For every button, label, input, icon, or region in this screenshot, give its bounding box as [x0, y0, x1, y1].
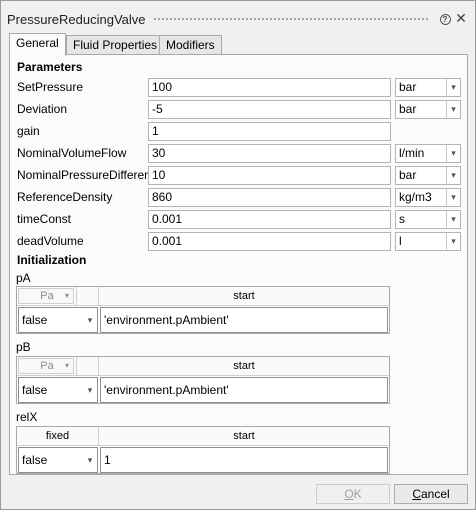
grid-header: Pa ▾ start	[17, 287, 389, 306]
deadvolume-input[interactable]: 0.001	[148, 232, 391, 251]
timeconst-unit-select[interactable]: s ▾	[395, 210, 461, 229]
param-label-timeconst: timeConst	[17, 212, 72, 226]
deviation-unit-select[interactable]: bar ▾	[395, 100, 461, 119]
grid-header-unit-cell: Pa ▾	[17, 287, 77, 306]
grid-header-start: start	[233, 430, 255, 442]
grid-header-start: start	[233, 360, 255, 372]
fixed-select[interactable]: false ▾	[18, 447, 98, 473]
chevron-down-icon[interactable]: ▾	[446, 233, 460, 250]
grid-header: fixed start	[17, 427, 389, 446]
unit-value: l/min	[399, 146, 425, 160]
fixed-select[interactable]: false ▾	[18, 377, 98, 403]
referencedensity-input[interactable]: 860	[148, 188, 391, 207]
help-icon[interactable]: ?	[437, 10, 453, 26]
chevron-down-icon[interactable]: ▾	[83, 448, 97, 472]
chevron-down-icon[interactable]: ▾	[446, 145, 460, 162]
init-grid-relx: fixed start false ▾ 1	[16, 426, 390, 474]
grid-header-spacer	[77, 287, 99, 306]
start-value-cell[interactable]: 'environment.pAmbient'	[100, 307, 388, 333]
deadvolume-unit-select[interactable]: l ▾	[395, 232, 461, 251]
drag-grip[interactable]	[153, 17, 429, 22]
tab-fluid-properties[interactable]: Fluid Properties	[66, 35, 165, 55]
close-icon[interactable]: ✕	[453, 10, 469, 26]
chevron-down-icon[interactable]: ▾	[446, 211, 460, 228]
fixed-value: false	[22, 453, 48, 467]
parameters-heading: Parameters	[17, 60, 83, 74]
param-label-gain: gain	[17, 124, 40, 138]
chevron-down-icon[interactable]: ▾	[83, 308, 97, 332]
unit-combo-value: Pa	[40, 360, 54, 372]
gain-input[interactable]: 1	[148, 122, 391, 141]
unit-value: bar	[399, 102, 417, 116]
init-grid-pb: Pa ▾ start false ▾ 'environment.pAmbient…	[16, 356, 390, 404]
unit-combo-value: Pa	[40, 290, 54, 302]
tab-general[interactable]: General	[9, 33, 66, 56]
cancel-button[interactable]: Cancel	[394, 484, 468, 504]
grid-header-start: start	[233, 290, 255, 302]
cancel-mnemonic: C	[412, 487, 421, 501]
unit-combo[interactable]: Pa ▾	[18, 288, 74, 304]
chevron-down-icon[interactable]: ▾	[446, 101, 460, 118]
init-label-pa: pA	[16, 271, 31, 285]
unit-combo[interactable]: Pa ▾	[18, 358, 74, 374]
setpressure-input[interactable]: 100	[148, 78, 391, 97]
chevron-down-icon[interactable]: ▾	[446, 189, 460, 206]
help-glyph: ?	[439, 14, 451, 25]
nominalvolumeflow-unit-select[interactable]: l/min ▾	[395, 144, 461, 163]
window-title: PressureReducingValve	[7, 12, 146, 27]
param-label-setpressure: SetPressure	[17, 80, 84, 94]
setpressure-unit-select[interactable]: bar ▾	[395, 78, 461, 97]
cancel-label-rest: ancel	[420, 487, 450, 501]
grid-header-unit-cell: Pa ▾	[17, 357, 77, 376]
chevron-down-icon[interactable]: ▾	[61, 289, 73, 303]
init-label-pb: pB	[16, 340, 31, 354]
unit-value: bar	[399, 80, 417, 94]
deviation-input[interactable]: -5	[148, 100, 391, 119]
tab-modifiers[interactable]: Modifiers	[159, 35, 222, 55]
grid-header: Pa ▾ start	[17, 357, 389, 376]
nominalpressuredifference-input[interactable]: 10	[148, 166, 391, 185]
dialog-window: PressureReducingValve ? ✕ General Fluid …	[0, 0, 476, 510]
param-label-nominalpressuredifference: NominalPressureDifference	[17, 168, 164, 182]
ok-button[interactable]: OK	[316, 484, 390, 504]
unit-value: s	[399, 212, 405, 226]
param-label-deadvolume: deadVolume	[17, 234, 84, 248]
ok-label-rest: K	[353, 487, 362, 501]
param-label-deviation: Deviation	[17, 102, 68, 116]
grid-header-spacer	[77, 357, 99, 376]
chevron-down-icon[interactable]: ▾	[61, 359, 73, 373]
unit-value: kg/m3	[399, 190, 432, 204]
fixed-select[interactable]: false ▾	[18, 307, 98, 333]
ok-mnemonic: O	[344, 487, 354, 501]
fixed-value: false	[22, 313, 48, 327]
chevron-down-icon[interactable]: ▾	[83, 378, 97, 402]
start-value-cell[interactable]: 1	[100, 447, 388, 473]
chevron-down-icon[interactable]: ▾	[446, 167, 460, 184]
title-bar[interactable]: PressureReducingValve ? ✕	[1, 1, 475, 34]
referencedensity-unit-select[interactable]: kg/m3 ▾	[395, 188, 461, 207]
unit-value: bar	[399, 168, 417, 182]
start-value-cell[interactable]: 'environment.pAmbient'	[100, 377, 388, 403]
fixed-value: false	[22, 383, 48, 397]
nominalvolumeflow-input[interactable]: 30	[148, 144, 391, 163]
init-grid-pa: Pa ▾ start false ▾ 'environment.pAmbient…	[16, 286, 390, 334]
grid-header-fixed: fixed	[17, 427, 99, 446]
timeconst-input[interactable]: 0.001	[148, 210, 391, 229]
init-label-relx: relX	[16, 410, 38, 424]
param-label-nominalvolumeflow: NominalVolumeFlow	[17, 146, 127, 160]
unit-value: l	[399, 234, 402, 248]
nominalpressuredifference-unit-select[interactable]: bar ▾	[395, 166, 461, 185]
initialization-heading: Initialization	[17, 253, 87, 267]
chevron-down-icon[interactable]: ▾	[446, 79, 460, 96]
param-label-referencedensity: ReferenceDensity	[17, 190, 113, 204]
